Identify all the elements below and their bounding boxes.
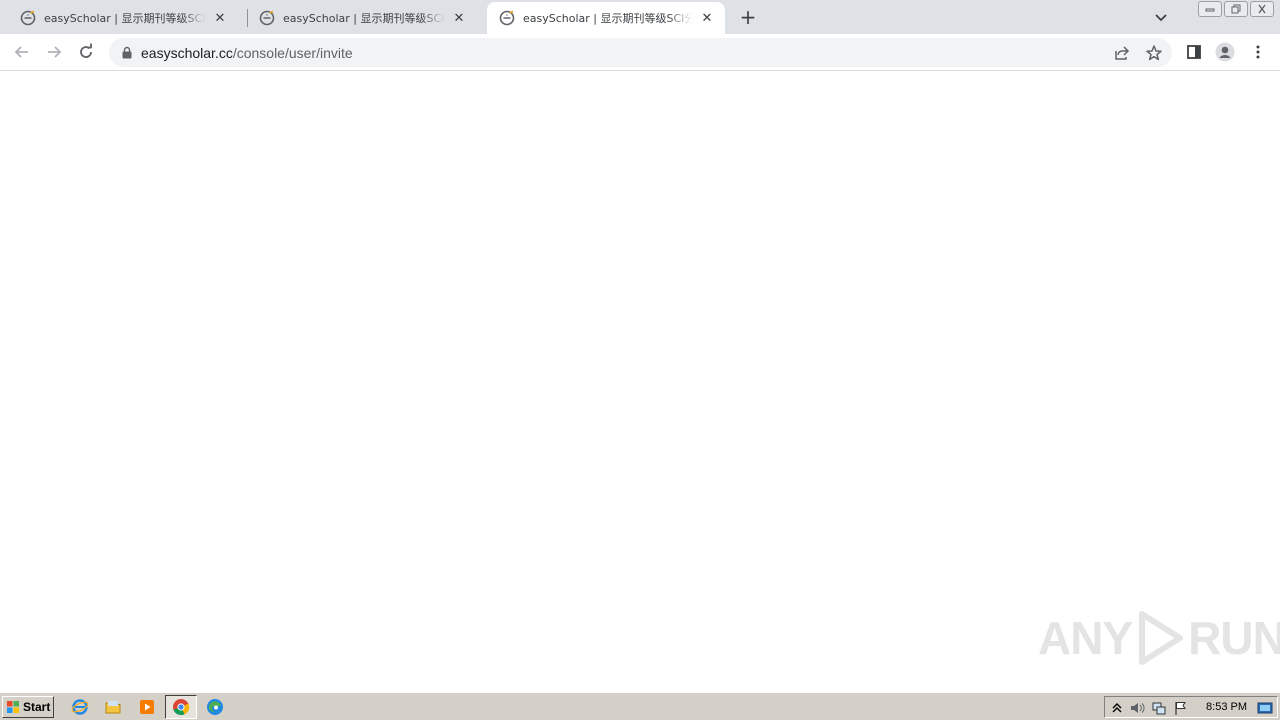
- tab-close-icon[interactable]: ✕: [451, 10, 467, 26]
- tab-title: easyScholar | 显示期刊等级SCI分区: [523, 12, 693, 25]
- volume-icon[interactable]: [1129, 700, 1145, 716]
- avatar-icon: [1215, 42, 1235, 62]
- new-tab-button[interactable]: +: [737, 5, 759, 29]
- anyrun-watermark: ANY RUN: [1038, 606, 1280, 670]
- back-button[interactable]: [12, 42, 32, 62]
- system-tray: 8:53 PM: [1104, 696, 1278, 718]
- play-logo-icon: [1139, 611, 1184, 665]
- network-icon[interactable]: [1151, 700, 1167, 716]
- bookmark-star-icon[interactable]: [1145, 44, 1163, 62]
- show-hidden-icons-chevron-icon[interactable]: [1109, 700, 1125, 716]
- show-desktop-icon[interactable]: [1257, 700, 1273, 716]
- minimize-icon: [1205, 8, 1215, 12]
- easyscholar-favicon-icon: [20, 10, 36, 26]
- watermark-left: ANY: [1038, 612, 1133, 664]
- tab-title: easyScholar | 显示期刊等级SCI分区: [283, 12, 445, 25]
- watermark-right: RUN: [1188, 612, 1280, 664]
- tab-search-chevron-icon[interactable]: [1152, 8, 1170, 26]
- easyscholar-favicon-icon: [499, 10, 515, 26]
- side-panel-icon: [1187, 45, 1201, 59]
- window-controls: [1198, 1, 1274, 17]
- share-icon[interactable]: [1113, 44, 1131, 62]
- tab-close-icon[interactable]: ✕: [699, 10, 715, 26]
- start-button[interactable]: Start: [2, 696, 54, 718]
- profile-button[interactable]: [1215, 42, 1235, 62]
- minimize-button[interactable]: [1198, 1, 1222, 17]
- close-icon: [1258, 4, 1266, 14]
- url-text[interactable]: easyscholar.cc/console/user/invite: [141, 45, 353, 61]
- internet-explorer-icon[interactable]: [71, 698, 89, 716]
- arrow-left-icon: [14, 46, 28, 58]
- start-label: Start: [23, 700, 51, 714]
- arrow-right-icon: [48, 46, 62, 58]
- tab-close-icon[interactable]: ✕: [212, 10, 228, 26]
- chrome-taskbar-button[interactable]: [165, 695, 197, 719]
- close-window-button[interactable]: [1250, 1, 1274, 17]
- address-bar[interactable]: easyscholar.cc/console/user/invite: [109, 38, 1172, 67]
- page-content: [0, 72, 1280, 692]
- tab-1[interactable]: easyScholar | 显示期刊等级SCI分区 ✕: [0, 2, 238, 34]
- restore-icon: [1231, 4, 1241, 14]
- tab-title: easyScholar | 显示期刊等级SCI分区: [44, 12, 206, 25]
- taskbar-clock[interactable]: 8:53 PM: [1206, 701, 1247, 713]
- action-center-flag-icon[interactable]: [1173, 700, 1189, 716]
- forward-button[interactable]: [44, 42, 64, 62]
- media-player-icon[interactable]: [138, 698, 156, 716]
- file-explorer-icon[interactable]: [104, 698, 122, 716]
- restore-button[interactable]: [1224, 1, 1248, 17]
- url-host: easyscholar.cc: [141, 45, 233, 61]
- tab-2[interactable]: easyScholar | 显示期刊等级SCI分区 ✕: [239, 2, 477, 34]
- edge-icon[interactable]: [206, 698, 224, 716]
- kebab-menu-icon: [1256, 45, 1260, 59]
- tab-3-active[interactable]: easyScholar | 显示期刊等级SCI分区 ✕: [487, 2, 725, 34]
- lock-icon[interactable]: [121, 46, 133, 59]
- chrome-icon: [173, 699, 190, 716]
- url-path: /console/user/invite: [232, 45, 353, 61]
- reload-button[interactable]: [76, 42, 96, 62]
- windows-logo-icon: [7, 701, 19, 713]
- reload-icon: [80, 43, 92, 58]
- browser-toolbar: easyscholar.cc/console/user/invite: [0, 34, 1280, 71]
- tab-strip: easyScholar | 显示期刊等级SCI分区 ✕ easyScholar …: [0, 0, 1280, 34]
- taskbar: Start 8:53 PM: [0, 692, 1280, 720]
- easyscholar-favicon-icon: [259, 10, 275, 26]
- menu-button[interactable]: [1248, 42, 1268, 62]
- side-panel-button[interactable]: [1184, 42, 1204, 62]
